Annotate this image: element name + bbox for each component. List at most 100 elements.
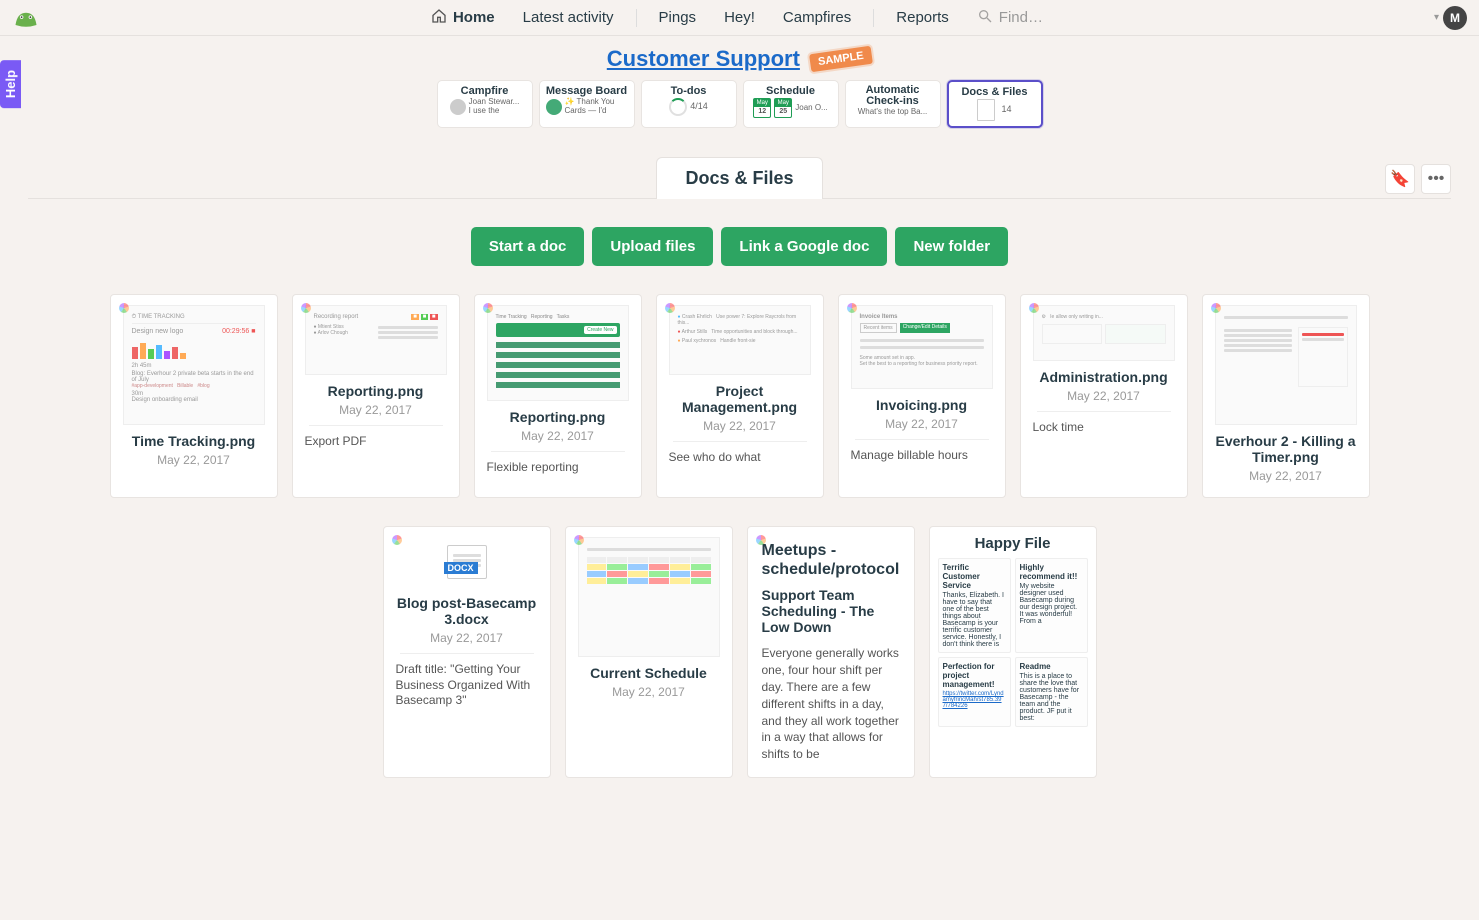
note-card[interactable]: Meetups - schedule/protocol Support Team… (747, 526, 915, 778)
project-title[interactable]: Customer Support (607, 46, 800, 72)
tool-text: What's the top Ba... (852, 108, 934, 117)
tool-text: 14 (1001, 105, 1011, 115)
file-date: May 22, 2017 (396, 631, 538, 645)
divider (1037, 411, 1171, 412)
file-description: Export PDF (305, 434, 447, 450)
file-thumbnail: Recording report ■ ■ ■ ● Mtient Stiss● A… (305, 305, 447, 375)
file-name: Project Management.png (669, 383, 811, 415)
tool-text: Joan O... (795, 104, 827, 113)
nav-hey[interactable]: Hey! (710, 9, 769, 26)
file-thumbnail (578, 537, 720, 657)
file-card[interactable]: Invoice Items Recent itemsChange/Edit De… (838, 294, 1006, 498)
date-icon: May12 (753, 98, 771, 118)
section-title-row: Docs & Files 🔖 ••• (28, 156, 1451, 199)
tool-todos[interactable]: To-dos 4/14 (641, 80, 737, 128)
top-nav: Home Latest activity Pings Hey! Campfire… (0, 0, 1479, 36)
upload-files-button[interactable]: Upload files (592, 227, 713, 266)
files-grid: ⏱ TIME TRACKING Design new logo 00:29:56… (0, 294, 1479, 838)
link-google-doc-button[interactable]: Link a Google doc (721, 227, 887, 266)
folder-item: Terrific Customer ServiceThanks, Elizabe… (938, 558, 1011, 653)
home-icon (431, 8, 447, 28)
help-tab[interactable]: Help (0, 60, 21, 108)
nav-home[interactable]: Home (417, 8, 509, 28)
caret-icon: ▾ (1434, 12, 1439, 23)
more-button[interactable]: ••• (1421, 164, 1451, 194)
file-description: Manage billable hours (851, 448, 993, 464)
file-card[interactable]: DOCX Blog post-Basecamp 3.docx May 22, 2… (383, 526, 551, 778)
search-icon (977, 8, 993, 28)
color-dot-icon (756, 535, 766, 545)
tool-schedule[interactable]: Schedule May12 May25 Joan O... (743, 80, 839, 128)
file-thumbnail: ⚙ Ie allow only writing in... (1033, 305, 1175, 361)
tool-docs-files[interactable]: Docs & Files 14 (947, 80, 1043, 128)
tool-title: To-dos (648, 85, 730, 97)
file-card[interactable]: Recording report ■ ■ ■ ● Mtient Stiss● A… (292, 294, 460, 498)
file-date: May 22, 2017 (578, 685, 720, 699)
folder-item: Perfection for project management!https:… (938, 657, 1011, 727)
more-icon: ••• (1428, 170, 1445, 188)
app-logo[interactable] (12, 7, 40, 29)
note-title: Meetups - schedule/protocol (762, 541, 900, 579)
nav-campfires[interactable]: Campfires (769, 9, 865, 26)
file-name: Reporting.png (487, 409, 629, 425)
file-thumbnail: ⏱ TIME TRACKING Design new logo 00:29:56… (123, 305, 265, 425)
file-name: Current Schedule (578, 665, 720, 681)
note-body: Everyone generally works one, four hour … (762, 645, 900, 763)
file-name: Blog post-Basecamp 3.docx (396, 595, 538, 627)
progress-icon (669, 98, 687, 116)
tool-campfire[interactable]: Campfire Joan Stewar... I use the (437, 80, 533, 128)
start-doc-button[interactable]: Start a doc (471, 227, 585, 266)
nav-find[interactable]: Find… (963, 8, 1057, 28)
nav-latest[interactable]: Latest activity (509, 9, 628, 26)
project-header: Customer Support SAMPLE (0, 36, 1479, 80)
file-name: Everhour 2 - Killing a Timer.png (1215, 433, 1357, 465)
nav-reports[interactable]: Reports (882, 9, 963, 26)
file-description: Draft title: "Getting Your Business Orga… (396, 662, 538, 709)
color-dot-icon (574, 535, 584, 545)
file-card[interactable]: Current Schedule May 22, 2017 (565, 526, 733, 778)
file-card[interactable]: Time Tracking Reporting Tasks Create New… (474, 294, 642, 498)
file-card[interactable]: ⏱ TIME TRACKING Design new logo 00:29:56… (110, 294, 278, 498)
file-name: Administration.png (1033, 369, 1175, 385)
tool-text: 4/14 (690, 102, 708, 112)
nav-home-label: Home (453, 9, 495, 26)
docx-label: DOCX (444, 562, 478, 574)
file-description: Flexible reporting (487, 460, 629, 476)
color-dot-icon (665, 303, 675, 313)
divider (855, 439, 989, 440)
file-thumbnail: ● Crash Ehrlich Use power 7: Explore Ray… (669, 305, 811, 375)
docx-icon: DOCX (447, 545, 487, 579)
file-date: May 22, 2017 (305, 403, 447, 417)
file-card[interactable]: Everhour 2 - Killing a Timer.png May 22,… (1202, 294, 1370, 498)
tools-row: Campfire Joan Stewar... I use the Messag… (0, 80, 1479, 128)
avatar-icon (546, 99, 562, 115)
file-card[interactable]: ⚙ Ie allow only writing in... Administra… (1020, 294, 1188, 498)
file-thumbnail: DOCX (396, 537, 538, 587)
tool-title: Automatic Check-ins (852, 85, 934, 107)
folder-item: ReadmeThis is a place to share the love … (1015, 657, 1088, 727)
nav-separator (873, 9, 874, 27)
file-name: Invoicing.png (851, 397, 993, 413)
tool-message-board[interactable]: Message Board ✨ Thank You Cards — I'd (539, 80, 635, 128)
tool-checkins[interactable]: Automatic Check-ins What's the top Ba... (845, 80, 941, 128)
divider (673, 441, 807, 442)
color-dot-icon (847, 303, 857, 313)
file-date: May 22, 2017 (1033, 389, 1175, 403)
new-folder-button[interactable]: New folder (895, 227, 1008, 266)
note-subtitle: Support Team Scheduling - The Low Down (762, 587, 900, 635)
nav-pings[interactable]: Pings (645, 9, 711, 26)
tool-title: Schedule (750, 85, 832, 97)
file-date: May 22, 2017 (851, 417, 993, 431)
bookmark-button[interactable]: 🔖 (1385, 164, 1415, 194)
file-thumbnail: Time Tracking Reporting Tasks Create New (487, 305, 629, 401)
divider (309, 425, 443, 426)
file-thumbnail (1215, 305, 1357, 425)
user-avatar[interactable]: M (1443, 6, 1467, 30)
file-date: May 22, 2017 (123, 453, 265, 467)
folder-card[interactable]: Happy File Terrific Customer ServiceThan… (929, 526, 1097, 778)
folder-items: Terrific Customer ServiceThanks, Elizabe… (938, 558, 1088, 727)
file-card[interactable]: ● Crash Ehrlich Use power 7: Explore Ray… (656, 294, 824, 498)
nav-find-label: Find… (999, 9, 1043, 26)
file-description: Lock time (1033, 420, 1175, 436)
folder-item: Highly recommend it!!My website designer… (1015, 558, 1088, 653)
